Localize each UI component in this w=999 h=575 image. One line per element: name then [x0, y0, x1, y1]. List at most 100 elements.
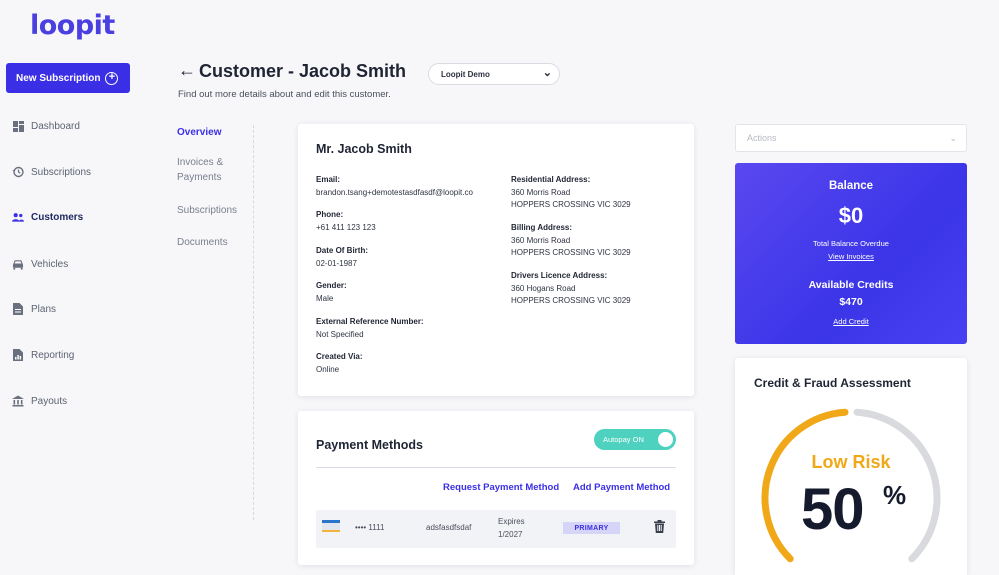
toggle-knob [658, 432, 673, 447]
sidebar: loopit New Subscription + Dashboard Subs… [0, 0, 150, 575]
dob-field: Date Of Birth: 02-01-1987 [316, 245, 368, 270]
actions-dropdown[interactable]: Actions ⌄ [735, 124, 967, 152]
field-label: Created Via: [316, 352, 363, 361]
drivers-licence-address-field: Drivers Licence Address: 360 Hogans Road… [511, 270, 631, 308]
field-label: Email: [316, 175, 341, 184]
address-line: 360 Morris Road [511, 235, 571, 245]
sidebar-item-label: Payouts [31, 395, 68, 407]
field-label: External Reference Number: [316, 317, 424, 326]
address-line: 360 Morris Road [511, 187, 571, 197]
customer-name: Mr. Jacob Smith [316, 142, 412, 156]
history-icon [12, 166, 24, 178]
field-label: Billing Address: [511, 223, 573, 232]
risk-percent-value: 50 [801, 477, 865, 542]
page-title: Customer - Jacob Smith [199, 61, 407, 81]
view-invoices-link[interactable]: View Invoices [735, 252, 967, 261]
expires-label: Expires [498, 517, 525, 526]
address-line: HOPPERS CROSSING VIC 3029 [511, 248, 631, 257]
field-value: +61 411 123 123 [316, 222, 376, 232]
primary-badge: PRIMARY [563, 522, 620, 534]
org-selector-value: Loopit Demo [441, 69, 490, 79]
field-label: Residential Address: [511, 175, 591, 184]
credit-fraud-assessment-card: Credit & Fraud Assessment Low Risk 50 % [735, 358, 967, 575]
add-payment-method-link[interactable]: Add Payment Method [573, 482, 670, 493]
card-expiry: Expires 1/2027 [498, 516, 525, 541]
add-credit-link[interactable]: Add Credit [735, 317, 967, 326]
car-icon [12, 258, 24, 270]
address-line: HOPPERS CROSSING VIC 3029 [511, 200, 631, 209]
created-via-field: Created Via: Online [316, 351, 363, 376]
field-value: Online [316, 364, 340, 374]
field-value: Male [316, 293, 334, 303]
field-label: Drivers Licence Address: [511, 271, 608, 280]
available-credits-amount: $470 [839, 296, 863, 308]
actions-placeholder: Actions [747, 133, 777, 143]
customer-profile-card: Mr. Jacob Smith Email: brandon.tsang+dem… [298, 124, 694, 396]
document-icon [12, 303, 24, 315]
new-subscription-button[interactable]: New Subscription + [6, 63, 130, 93]
address-line: 360 Hogans Road [511, 283, 576, 293]
autopay-label: Autopay ON [603, 435, 644, 444]
field-label: Phone: [316, 210, 344, 219]
sidebar-item-label: Reporting [31, 349, 75, 361]
sidebar-item-customers[interactable]: Customers [12, 211, 83, 223]
balance-overdue-label: Total Balance Overdue [813, 239, 889, 248]
sidebar-item-label: Customers [31, 211, 84, 223]
card-nickname: adsfasdfsdaf [426, 523, 472, 532]
subnav-overview[interactable]: Overview [177, 125, 247, 140]
external-reference-field: External Reference Number: Not Specified [316, 316, 424, 341]
chevron-down-icon: ⌄ [949, 133, 957, 143]
residential-address-field: Residential Address: 360 Morris Road HOP… [511, 174, 631, 212]
field-label: Gender: [316, 281, 347, 290]
field-value: brandon.tsang+demotestasdfasdf@loopit.co [316, 187, 473, 197]
sidebar-item-label: Vehicles [31, 258, 69, 270]
subnav-documents[interactable]: Documents [177, 235, 247, 250]
risk-level-label: Low Risk [811, 452, 891, 472]
field-value: 02-01-1987 [316, 258, 357, 268]
sidebar-item-payouts[interactable]: Payouts [12, 395, 67, 407]
address-line: HOPPERS CROSSING VIC 3029 [511, 296, 631, 305]
balance-title: Balance [828, 180, 874, 192]
billing-address-field: Billing Address: 360 Morris Road HOPPERS… [511, 222, 631, 260]
sidebar-item-label: Subscriptions [31, 166, 92, 178]
sidebar-item-plans[interactable]: Plans [12, 303, 56, 315]
payment-methods-card: Payment Methods Autopay ON Request Payme… [298, 411, 694, 565]
field-value: Not Specified [316, 329, 364, 339]
trash-icon[interactable] [654, 520, 665, 533]
sidebar-item-dashboard[interactable]: Dashboard [12, 120, 80, 132]
payment-methods-title: Payment Methods [316, 438, 423, 452]
sidebar-item-vehicles[interactable]: Vehicles [12, 258, 68, 270]
org-selector[interactable]: Loopit Demo ⌄ [428, 63, 560, 85]
visa-card-icon [322, 520, 340, 532]
risk-percent-sign: % [883, 480, 907, 510]
divider [316, 467, 676, 468]
loopit-logo[interactable]: loopit [30, 10, 115, 41]
payment-card-row: •••• 1111 adsfasdfsdaf Expires 1/2027 PR… [316, 510, 676, 548]
sidebar-item-reporting[interactable]: Reporting [12, 349, 74, 361]
users-icon [12, 211, 24, 223]
sidebar-item-label: Plans [31, 303, 57, 315]
new-subscription-label: New Subscription [16, 72, 101, 84]
balance-card: Balance $0 Total Balance Overdue View In… [735, 163, 967, 344]
card-number: •••• 1111 [355, 523, 385, 532]
autopay-toggle[interactable]: Autopay ON [594, 429, 676, 450]
balance-amount: $0 [838, 203, 864, 228]
dashboard-icon [12, 120, 24, 132]
plus-circle-icon: + [105, 71, 119, 85]
request-payment-method-link[interactable]: Request Payment Method [443, 482, 559, 493]
page-subtitle: Find out more details about and edit thi… [178, 89, 391, 100]
subnav-subscriptions[interactable]: Subscriptions [177, 203, 247, 218]
back-arrow-icon[interactable]: ← [178, 60, 196, 81]
bank-icon [12, 395, 24, 407]
gender-field: Gender: Male [316, 280, 347, 305]
field-label: Date Of Birth: [316, 246, 368, 255]
expires-value: 1/2027 [498, 529, 523, 539]
available-credits-title: Available Credits [808, 279, 894, 291]
sidebar-item-subscriptions[interactable]: Subscriptions [12, 166, 91, 178]
subnav-invoices-payments[interactable]: Invoices & Payments [177, 155, 247, 185]
report-icon [12, 349, 24, 361]
sidebar-item-label: Dashboard [31, 120, 80, 132]
chevron-down-icon: ⌄ [542, 67, 552, 79]
phone-field: Phone: +61 411 123 123 [316, 209, 376, 234]
subnav-divider [253, 125, 254, 520]
